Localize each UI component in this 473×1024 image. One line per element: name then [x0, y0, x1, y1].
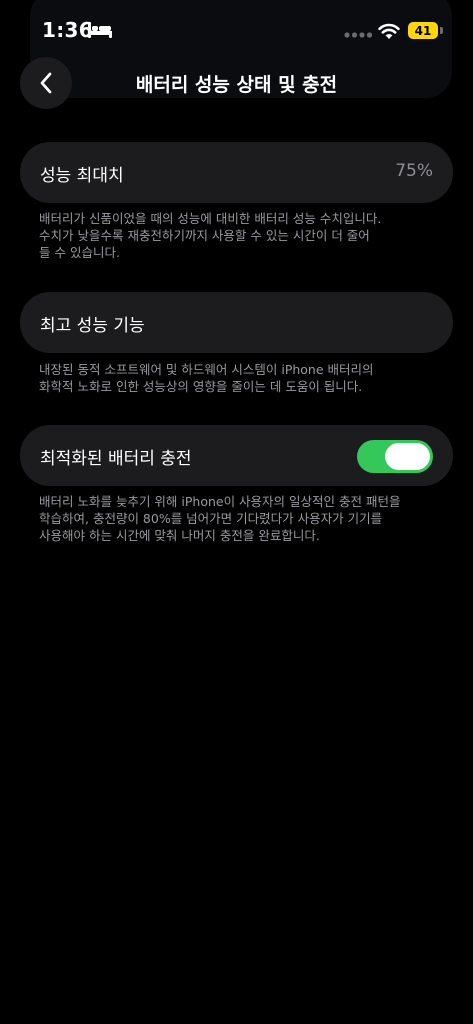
cellular-dots-icon	[344, 32, 372, 38]
optimized-charging-toggle[interactable]	[357, 440, 433, 473]
status-bar: 1:36 41	[0, 0, 473, 98]
max-capacity-footnote: 배터리가 신품이었을 때의 성능에 대비한 배터리 성능 수치입니다. 수치가 …	[39, 210, 434, 261]
bed-icon	[88, 22, 112, 38]
max-capacity-value: 75%	[395, 161, 433, 181]
footnote-line: 수치가 낮을수록 재충전하기까지 사용할 수 있는 시간이 더 줄어	[39, 228, 370, 243]
footnote-line: 배터리가 신품이었을 때의 성능에 대비한 배터리 성능 수치입니다.	[39, 211, 382, 226]
back-button[interactable]	[20, 57, 72, 109]
footnote-line: 들 수 있습니다.	[39, 245, 120, 260]
footnote-line: 사용해야 하는 시간에 맞춰 나머지 충전을 완료합니다.	[39, 528, 320, 543]
wifi-icon	[378, 23, 400, 39]
footnote-line: 학습하여, 충전량이 80%를 넘어가면 기다렸다가 사용자가 기기를	[39, 511, 383, 526]
toggle-knob	[385, 443, 430, 470]
footnote-line: 화학적 노화로 인한 성능상의 영향을 줄이는 데 도움이 됩니다.	[39, 379, 363, 394]
chevron-left-icon	[40, 72, 52, 94]
max-capacity-row: 성능 최대치 75%	[20, 142, 453, 203]
footnote-line: 내장된 동적 소프트웨어 및 하드웨어 시스템이 iPhone 배터리의	[39, 362, 374, 377]
max-capacity-label: 성능 최대치	[40, 166, 124, 186]
optimized-charging-label: 최적화된 배터리 충전	[40, 449, 192, 469]
battery-level: 41	[414, 23, 432, 38]
peak-performance-footnote: 내장된 동적 소프트웨어 및 하드웨어 시스템이 iPhone 배터리의 화학적…	[39, 361, 434, 395]
battery-icon: 41	[408, 22, 438, 39]
page-title: 배터리 성능 상태 및 충전	[135, 74, 338, 96]
optimized-charging-row: 최적화된 배터리 충전	[20, 425, 453, 486]
optimized-charging-footnote: 배터리 노화를 늦추기 위해 iPhone이 사용자의 일상적인 충전 패턴을 …	[39, 493, 434, 544]
peak-performance-row: 최고 성능 기능	[20, 292, 453, 353]
footnote-line: 배터리 노화를 늦추기 위해 iPhone이 사용자의 일상적인 충전 패턴을	[39, 494, 401, 509]
peak-performance-label: 최고 성능 기능	[40, 316, 145, 336]
battery-tip	[440, 27, 443, 34]
screen: 1:36 41 배터리 성능 상태 및 충전 성능 최대치 75% 배터리가 신…	[0, 0, 473, 1024]
status-time: 1:36	[42, 18, 93, 42]
